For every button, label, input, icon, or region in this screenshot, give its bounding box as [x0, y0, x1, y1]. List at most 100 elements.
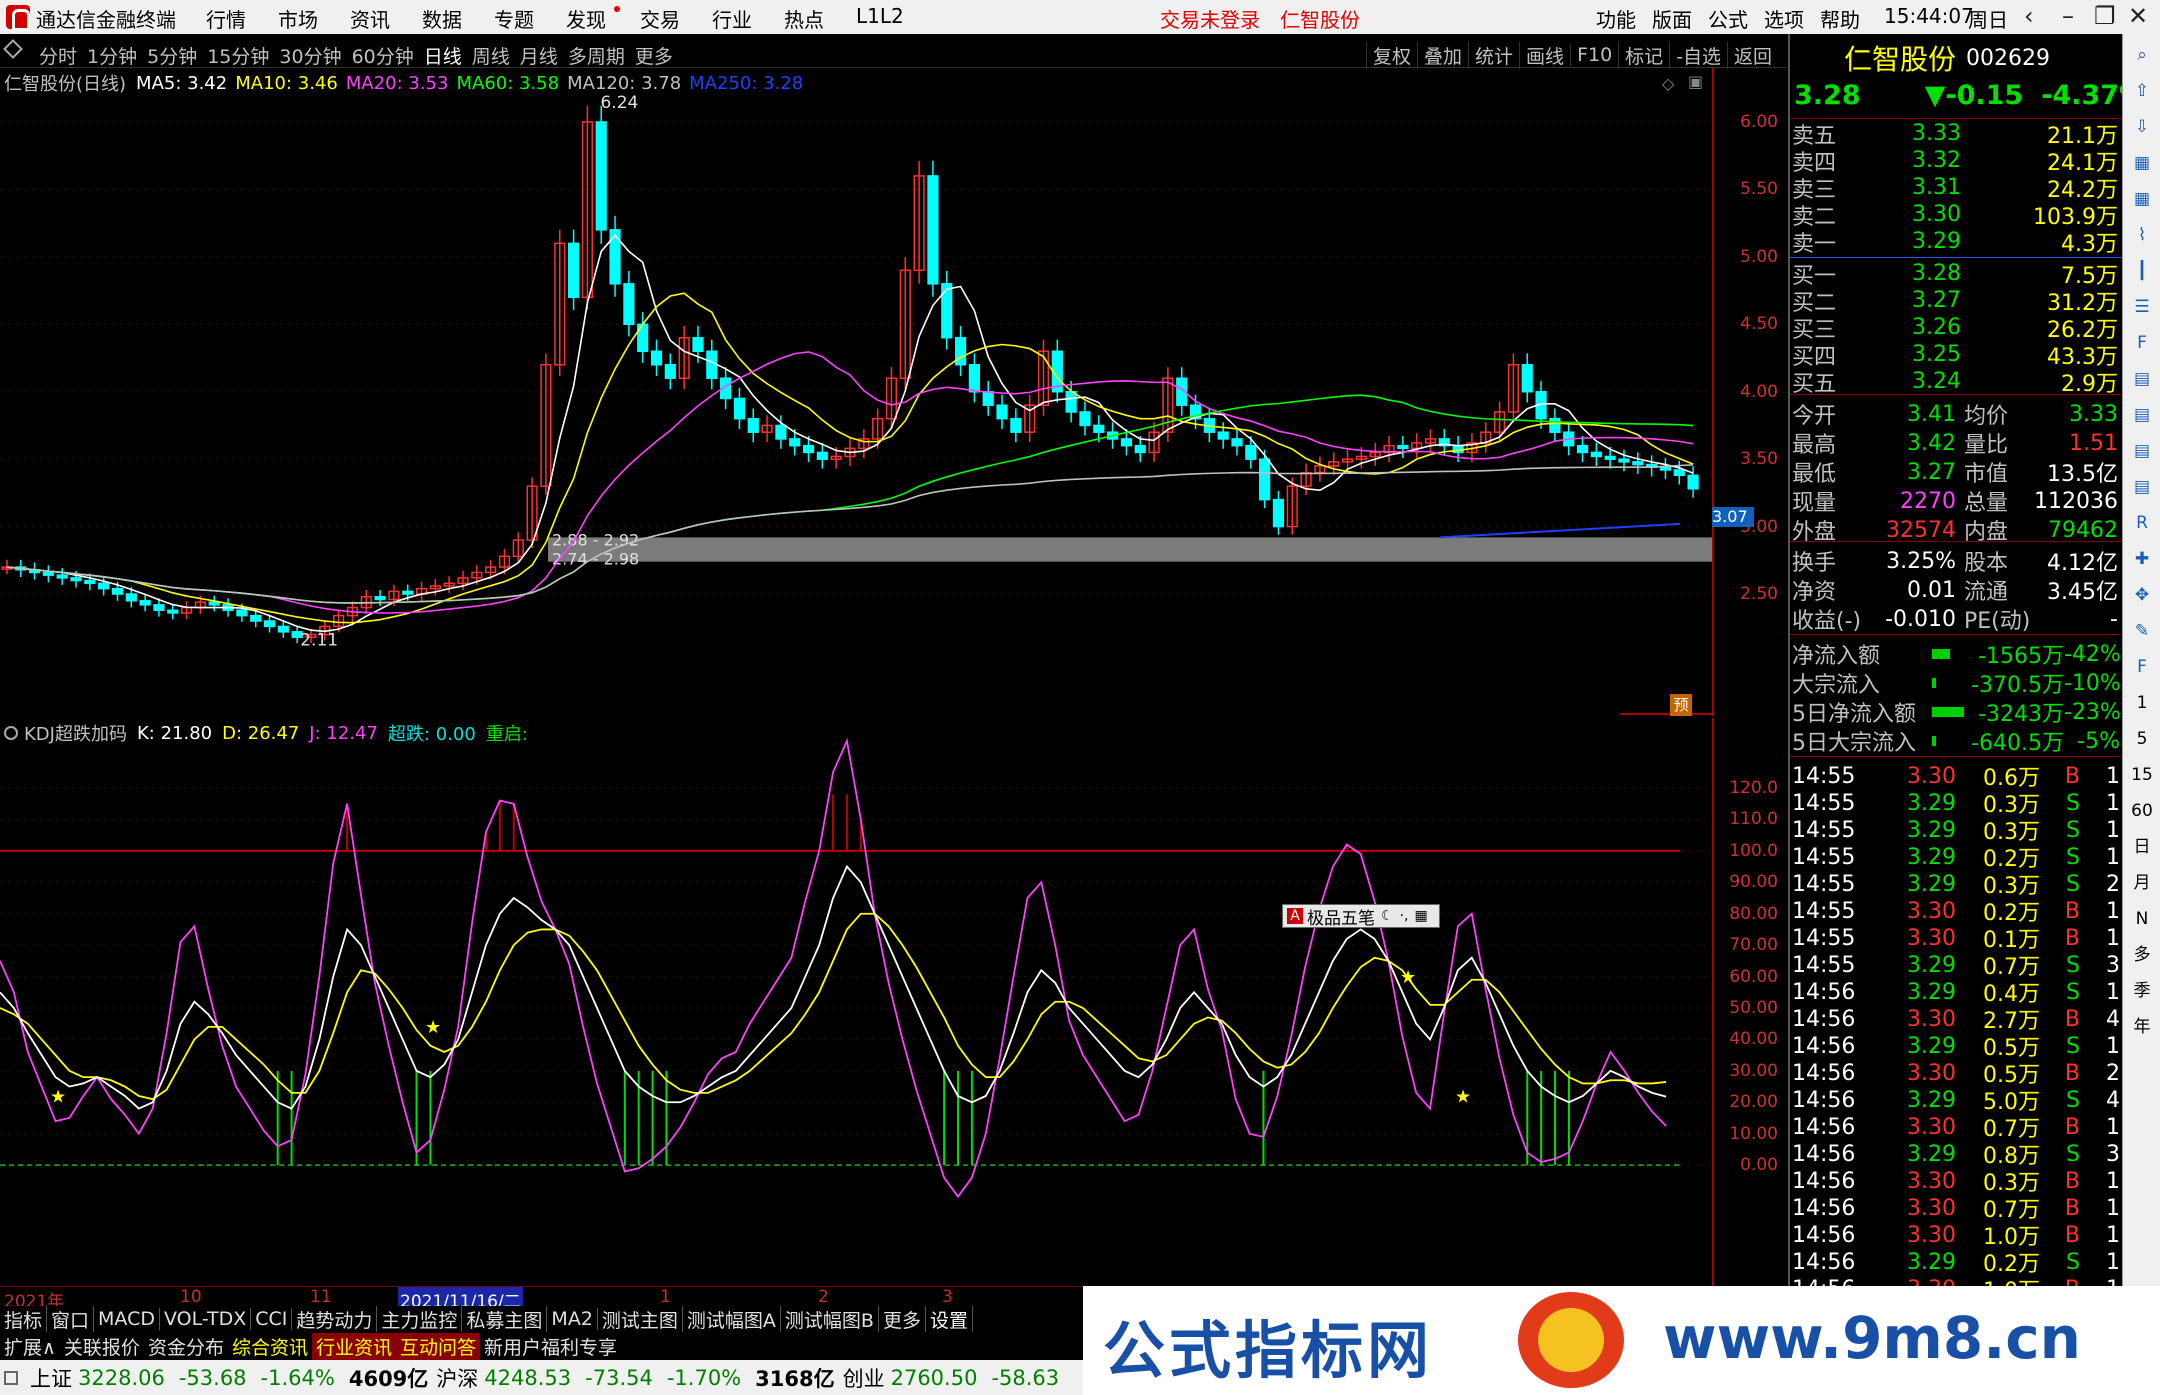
fs-icon[interactable]: F [2129, 654, 2155, 680]
indicator-tab-2[interactable]: MACD [94, 1308, 160, 1330]
side-period-25[interactable]: 多 [2129, 942, 2155, 968]
forecast-tag[interactable]: 预 [1670, 694, 1692, 716]
period-0[interactable]: 分时 [34, 42, 82, 69]
period-10[interactable]: 更多 [630, 42, 678, 69]
sell-row[interactable]: 卖四 3.32 24.1万 [1792, 147, 2122, 176]
info-tab-3[interactable]: 综合资讯 [228, 1333, 312, 1360]
flow-row[interactable]: 5日净流入额 -3243万 -23% [1792, 696, 2122, 728]
menu-industry[interactable]: 行业 [712, 4, 752, 33]
flow-row[interactable]: 净流入额 -1565万 -42% [1792, 638, 2122, 670]
tool-4[interactable]: F10 [1570, 44, 1618, 66]
down-arrow-icon[interactable]: ⇩ [2129, 114, 2155, 140]
side-period-23[interactable]: 月 [2129, 870, 2155, 896]
flow-row[interactable]: 5日大宗流入 -640.5万 -5% [1792, 725, 2122, 757]
info-tab-2[interactable]: 资金分布 [144, 1333, 228, 1360]
side-period-26[interactable]: 季 [2129, 978, 2155, 1004]
index-name[interactable]: 上证 [30, 1363, 72, 1393]
period-7[interactable]: 周线 [467, 42, 515, 69]
menu-function[interactable]: 功能 [1596, 4, 1636, 33]
period-6[interactable]: 日线 [419, 42, 467, 69]
indicator-tab-13[interactable]: 设置 [926, 1305, 973, 1333]
candle-icon[interactable]: ┃ [2129, 258, 2155, 284]
ime-moon-icon[interactable]: ☾ [1381, 908, 1394, 924]
doc-icon[interactable]: ▤ [2129, 474, 2155, 500]
trade-login-alert[interactable]: 交易未登录 [1160, 4, 1260, 33]
doc-icon[interactable]: ▤ [2129, 402, 2155, 428]
tick-list[interactable]: 14:55 3.30 0.6万 B 1 14:55 3.29 0.3万 S 1 14:55 3.29 0… [1790, 756, 2122, 1306]
indicator-tab-0[interactable]: 指标 [0, 1305, 48, 1333]
buy-row[interactable]: 买三 3.26 26.2万 [1792, 314, 2122, 343]
menu-discover[interactable]: 发现 [566, 4, 606, 33]
menu-l1l2[interactable]: L1L2 [856, 4, 904, 28]
period-2[interactable]: 5分钟 [142, 42, 202, 69]
buy-row[interactable]: 买五 3.24 2.9万 [1792, 368, 2122, 397]
side-period-18[interactable]: 1 [2129, 690, 2155, 716]
ime-keyboard-icon[interactable]: ▦ [1414, 908, 1427, 924]
back-icon[interactable]: ‹ [2024, 2, 2034, 30]
plus-icon[interactable]: ✚ [2129, 546, 2155, 572]
search-icon[interactable]: ⌕ [2129, 42, 2155, 68]
ime-a-icon[interactable]: A [1287, 908, 1303, 924]
sell-row[interactable]: 卖一 3.29 4.3万 [1792, 228, 2122, 257]
chart-expand-icon[interactable]: ▣ [1688, 72, 1703, 91]
diamond-icon[interactable] [3, 39, 23, 59]
side-period-27[interactable]: 年 [2129, 1014, 2155, 1040]
indicator-tab-1[interactable]: 窗口 [47, 1305, 95, 1333]
chart-icon[interactable]: ⌇ [2129, 222, 2155, 248]
period-1[interactable]: 1分钟 [82, 42, 142, 69]
indicator-tab-7[interactable]: 私募主图 [462, 1305, 548, 1333]
tool-6[interactable]: -自选 [1669, 41, 1727, 69]
index-name[interactable]: 沪深 [436, 1363, 478, 1393]
ime-popup[interactable]: A 极品五笔 ☾ ·, ▦ [1282, 904, 1440, 929]
indicator-tab-5[interactable]: 趋势动力 [292, 1305, 378, 1333]
ime-punct-icon[interactable]: ·, [1400, 908, 1409, 924]
menu-help[interactable]: 帮助 [1820, 4, 1860, 33]
period-9[interactable]: 多周期 [563, 42, 630, 69]
indicator-tab-11[interactable]: 测试幅图B [781, 1305, 879, 1333]
rsi-icon[interactable]: R [2129, 510, 2155, 536]
stock-alert[interactable]: 仁智股份 [1280, 4, 1360, 33]
period-4[interactable]: 30分钟 [274, 42, 346, 69]
kdj-chart[interactable]: ★ ★ ★ ★ [0, 718, 1712, 1286]
info-tab-4[interactable]: 行业资讯 [311, 1332, 396, 1360]
doc-icon[interactable]: ▤ [2129, 366, 2155, 392]
indicator-tab-8[interactable]: MA2 [547, 1308, 598, 1330]
tool-3[interactable]: 画线 [1519, 41, 1570, 69]
tool-2[interactable]: 统计 [1468, 41, 1519, 69]
period-8[interactable]: 月线 [515, 42, 563, 69]
chart-zoom-icon[interactable]: ◇ [1662, 74, 1674, 93]
info-tab-0[interactable]: 扩展∧ [0, 1333, 60, 1360]
tool-1[interactable]: 叠加 [1417, 41, 1468, 69]
indicator-tab-10[interactable]: 测试幅图A [683, 1305, 781, 1333]
buy-row[interactable]: 买二 3.27 31.2万 [1792, 287, 2122, 316]
side-period-20[interactable]: 15 [2129, 762, 2155, 788]
menu-options[interactable]: 选项 [1764, 4, 1804, 33]
menu-topics[interactable]: 专题 [494, 4, 534, 33]
side-period-24[interactable]: N [2129, 906, 2155, 932]
side-period-19[interactable]: 5 [2129, 726, 2155, 752]
tool-0[interactable]: 复权 [1366, 41, 1417, 69]
f10-icon[interactable]: F [2129, 330, 2155, 356]
close-icon[interactable]: ✕ [2128, 2, 2148, 30]
menu-quotes[interactable]: 行情 [206, 4, 246, 33]
move-icon[interactable]: ✥ [2129, 582, 2155, 608]
menu-market[interactable]: 市场 [278, 4, 318, 33]
info-tab-1[interactable]: 关联报价 [60, 1333, 144, 1360]
grid-icon[interactable]: ▦ [2129, 186, 2155, 212]
period-5[interactable]: 60分钟 [347, 42, 419, 69]
flow-row[interactable]: 大宗流入 -370.5万 -10% [1792, 667, 2122, 699]
info-tab-5[interactable]: 互动问答 [395, 1332, 480, 1360]
period-3[interactable]: 15分钟 [202, 42, 274, 69]
info-tab-6[interactable]: 新用户福利专享 [480, 1333, 621, 1360]
indicator-tab-3[interactable]: VOL-TDX [160, 1308, 252, 1330]
index-name[interactable]: 创业 [843, 1363, 885, 1393]
price-chart[interactable]: 2.88 - 2.922.74 - 2.986.242.11 [0, 68, 1712, 716]
doc-icon[interactable]: ▤ [2129, 438, 2155, 464]
indicator-tab-12[interactable]: 更多 [879, 1305, 926, 1333]
list-icon[interactable]: ☰ [2129, 294, 2155, 320]
indicator-tab-6[interactable]: 主力监控 [377, 1305, 463, 1333]
sell-row[interactable]: 卖三 3.31 24.2万 [1792, 174, 2122, 203]
buy-row[interactable]: 买一 3.28 7.5万 [1792, 260, 2122, 289]
status-flag-icon[interactable] [4, 1370, 18, 1385]
sell-row[interactable]: 卖二 3.30 103.9万 [1792, 201, 2122, 230]
